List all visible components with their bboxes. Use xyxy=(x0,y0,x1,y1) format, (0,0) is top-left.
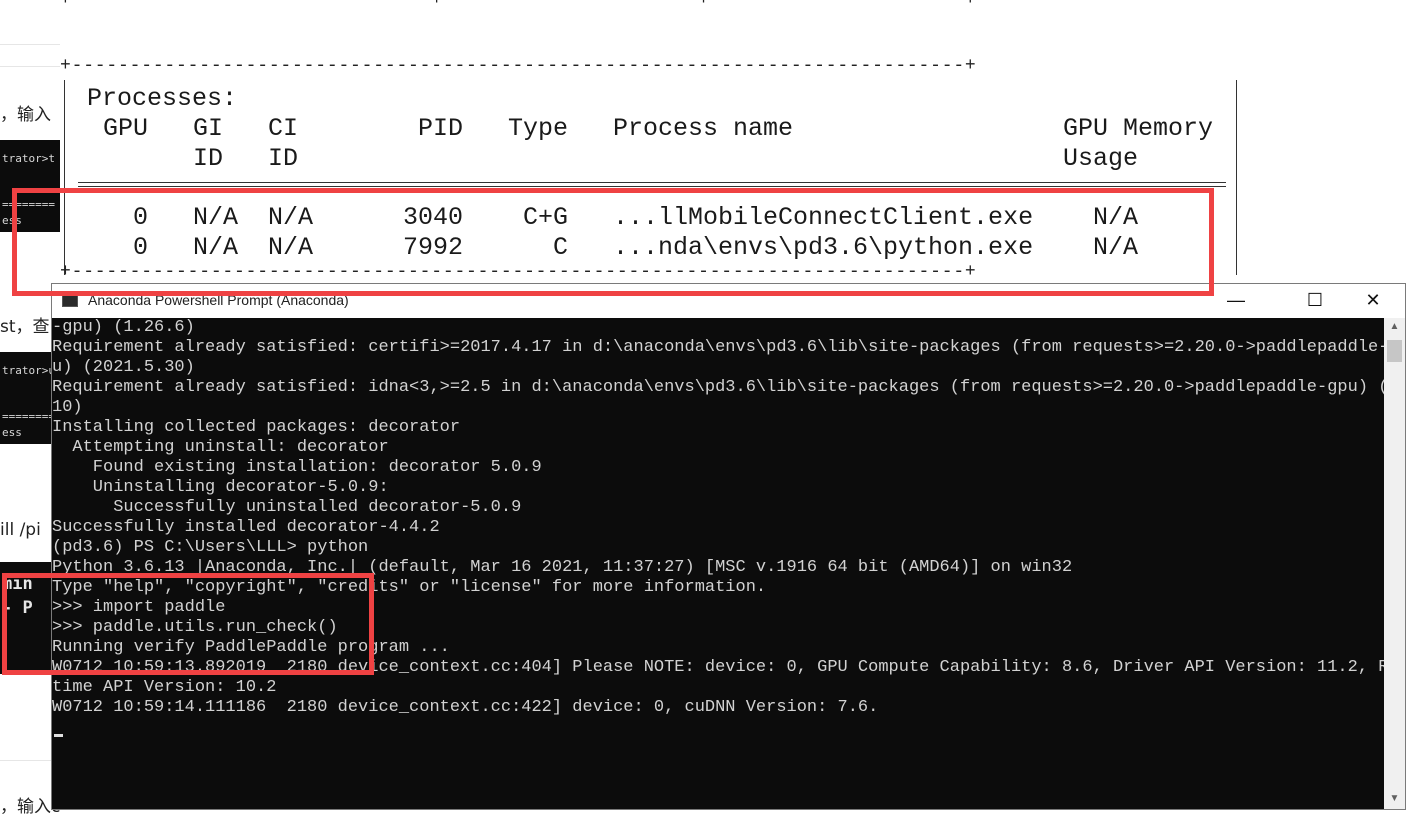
scrollbar-thumb[interactable] xyxy=(1387,340,1402,362)
close-button[interactable]: ✕ xyxy=(1344,284,1402,316)
console-line: W0712 10:59:14.111186 2180 device_contex… xyxy=(52,698,879,717)
header-pid: PID xyxy=(418,114,464,143)
header-separator xyxy=(78,182,1226,187)
header-gpu: GPU xyxy=(103,114,149,143)
console-line: u) (2021.5.30) xyxy=(52,358,195,377)
annotation-box-commands xyxy=(2,573,374,675)
article-text: ill /pi xyxy=(0,520,41,540)
console-line: Successfully uninstalled decorator-5.0.9 xyxy=(52,498,522,517)
divider xyxy=(0,44,60,45)
prompt-text: (pd3.6) PS C:\Users\LLL> xyxy=(52,538,308,557)
console-line: 10) xyxy=(52,398,83,417)
divider xyxy=(0,66,60,67)
console-line: -gpu) (1.26.6) xyxy=(52,318,195,337)
console-line: time API Version: 10.2 xyxy=(52,678,277,697)
header-type: Type xyxy=(508,114,569,143)
article-text: st，查 xyxy=(0,317,50,337)
annotation-box-processes xyxy=(12,188,1214,296)
maximize-button[interactable]: ☐ xyxy=(1286,284,1344,316)
vertical-scrollbar[interactable]: ▲ ▼ xyxy=(1384,318,1405,809)
terminal-window[interactable]: Anaconda Powershell Prompt (Anaconda) — … xyxy=(51,283,1406,810)
header-usage: Usage xyxy=(1063,144,1139,173)
console-prompt-line: (pd3.6) PS C:\Users\LLL> python xyxy=(52,538,368,558)
header-ci: CI xyxy=(268,114,299,143)
console-line: Requirement already satisfied: idna<3,>=… xyxy=(52,378,1384,397)
prompt-command: python xyxy=(307,538,369,557)
header-ci-id: ID xyxy=(268,144,299,173)
console-line: Successfully installed decorator-4.4.2 xyxy=(52,518,440,537)
minimize-button[interactable]: — xyxy=(1207,284,1265,316)
console-line: Found existing installation: decorator 5… xyxy=(52,458,542,477)
header-process-name: Process name xyxy=(613,114,794,143)
table-border xyxy=(1236,80,1237,275)
text-cursor xyxy=(54,734,63,737)
console-line: Requirement already satisfied: certifi>=… xyxy=(52,338,1384,357)
table-border: +---------------------------------------… xyxy=(60,56,977,76)
header-gi: GI xyxy=(193,114,224,143)
console-line: Uninstalling decorator-5.0.9: xyxy=(52,478,389,497)
article-text: ，输入 xyxy=(0,105,51,125)
processes-label: Processes: xyxy=(87,84,238,113)
scroll-up-arrow-icon[interactable]: ▲ xyxy=(1384,318,1405,335)
console-line: Installing collected packages: decorator xyxy=(52,418,461,437)
header-gpu-memory: GPU Memory xyxy=(1063,114,1214,143)
console-output[interactable]: -gpu) (1.26.6) Requirement already satis… xyxy=(52,318,1384,808)
scroll-down-arrow-icon[interactable]: ▼ xyxy=(1384,790,1405,807)
console-line: Attempting uninstall: decorator xyxy=(52,438,389,457)
header-gi-id: ID xyxy=(193,144,224,173)
table-border: +-------------------------------+-------… xyxy=(60,0,977,10)
